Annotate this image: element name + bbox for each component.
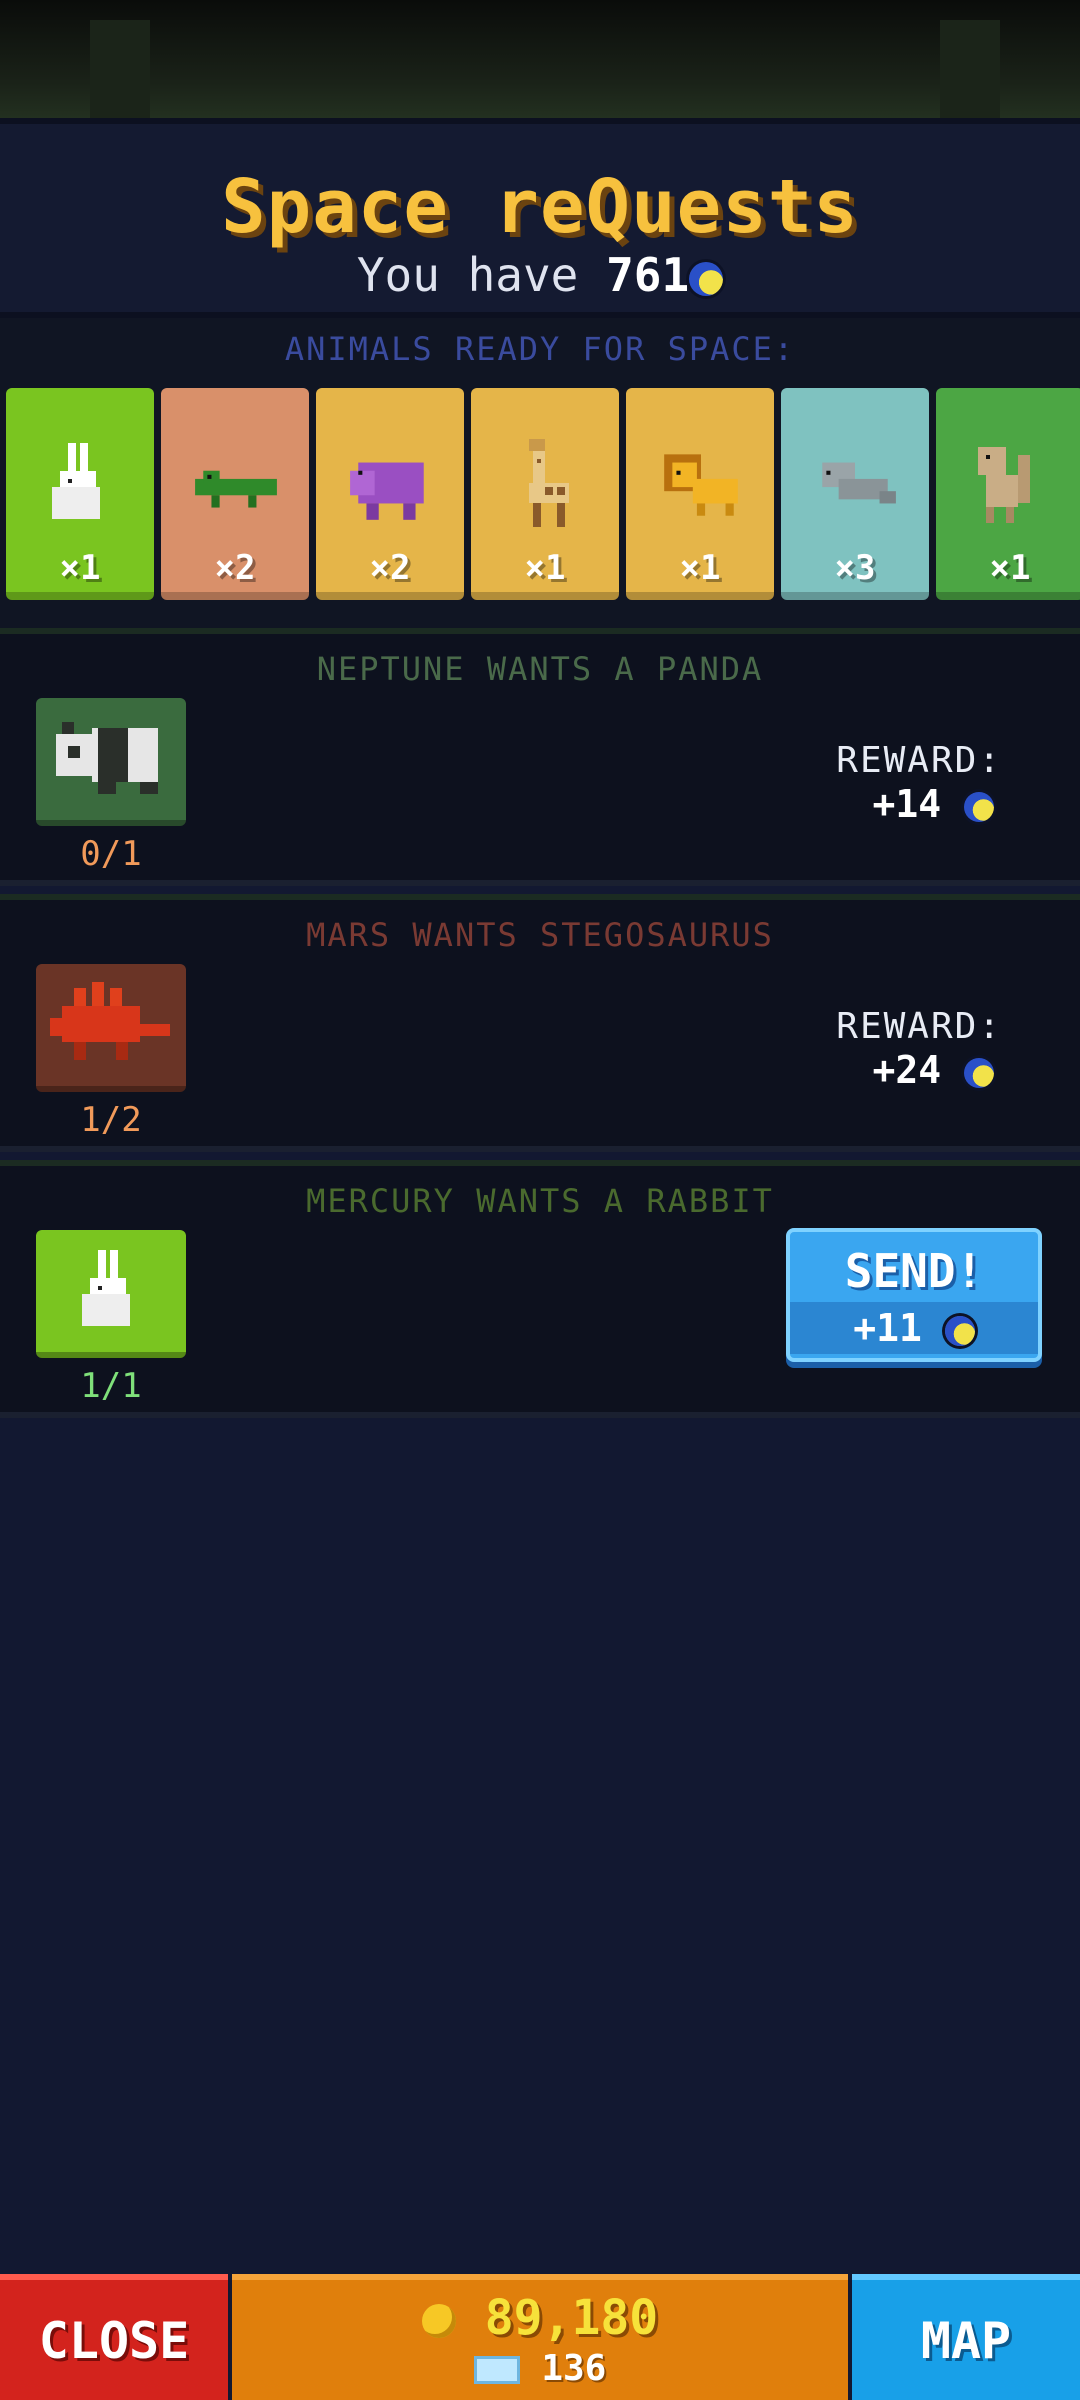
reward-label: REWARD: bbox=[836, 1006, 1002, 1047]
panda-icon bbox=[56, 722, 158, 794]
animal-card[interactable]: ×1 bbox=[6, 388, 154, 600]
animal-card[interactable]: ×1 bbox=[936, 388, 1080, 600]
animal-count: ×2 bbox=[214, 548, 256, 588]
space-coin-icon bbox=[964, 1057, 994, 1088]
animal-card[interactable]: ×1 bbox=[626, 388, 774, 600]
hippo-icon bbox=[350, 462, 424, 520]
quest-row: MARS WANTS STEGOSAURUS 1/2 REWARD: +24 bbox=[0, 894, 1080, 1152]
scene-tree bbox=[90, 20, 150, 118]
crocodile-icon bbox=[195, 470, 277, 508]
wallet-display: 89,180 136 bbox=[232, 2274, 848, 2400]
animal-card[interactable]: ×2 bbox=[316, 388, 464, 600]
rabbit-icon bbox=[82, 1250, 130, 1326]
gem-amount: 136 bbox=[541, 2348, 607, 2389]
send-button[interactable]: SEND! +11 bbox=[786, 1228, 1042, 1362]
animal-count: ×1 bbox=[679, 548, 721, 588]
lion-icon bbox=[664, 454, 738, 516]
gem-balance: 136 bbox=[232, 2348, 848, 2389]
quest-row: NEPTUNE WANTS A PANDA 0/1 REWARD: +14 bbox=[0, 628, 1080, 886]
balance-line: You have 761 bbox=[0, 248, 1080, 302]
page-title: Space reQuests bbox=[221, 164, 859, 250]
quest-title: MARS WANTS STEGOSAURUS bbox=[306, 916, 774, 954]
gold-coin-icon bbox=[421, 2304, 456, 2338]
stegosaurus-icon bbox=[50, 982, 170, 1060]
space-coin-icon bbox=[944, 1315, 975, 1346]
monkey-icon bbox=[978, 447, 1030, 523]
quest-title: MERCURY WANTS A RABBIT bbox=[306, 1182, 774, 1220]
balance-value: 761 bbox=[606, 248, 690, 302]
send-label: SEND! bbox=[844, 1244, 984, 1298]
animal-count: ×3 bbox=[834, 548, 876, 588]
rabbit-icon bbox=[52, 443, 100, 519]
animal-count: ×1 bbox=[59, 548, 101, 588]
gold-amount: 89,180 bbox=[484, 2290, 659, 2346]
quest-progress: 1/2 bbox=[80, 1100, 142, 1140]
animal-card[interactable]: ×3 bbox=[781, 388, 929, 600]
quest-row: MERCURY WANTS A RABBIT 1/1 SEND! +11 bbox=[0, 1160, 1080, 1418]
reward-amount: +24 bbox=[872, 1048, 942, 1092]
reward-value: +24 bbox=[872, 1048, 994, 1092]
close-label: CLOSE bbox=[38, 2312, 190, 2370]
gold-balance: 89,180 bbox=[232, 2290, 848, 2346]
quest-animal-tile bbox=[36, 698, 186, 826]
close-button[interactable]: CLOSE bbox=[0, 2274, 228, 2400]
quest-progress: 1/1 bbox=[80, 1366, 142, 1406]
reward-value: +14 bbox=[872, 782, 994, 826]
send-reward: +11 bbox=[790, 1302, 1038, 1354]
animal-count: ×2 bbox=[369, 548, 411, 588]
space-coin-icon bbox=[689, 261, 724, 296]
background-scene bbox=[0, 0, 1080, 118]
space-coin-icon bbox=[964, 791, 994, 822]
animal-card[interactable]: ×2 bbox=[161, 388, 309, 600]
header-panel: Space reQuests You have 761 bbox=[0, 118, 1080, 318]
bottom-bar: CLOSE 89,180 136 MAP bbox=[0, 2274, 1080, 2400]
animal-count: ×1 bbox=[989, 548, 1031, 588]
animal-card[interactable]: ×1 bbox=[471, 388, 619, 600]
quest-title: NEPTUNE WANTS A PANDA bbox=[316, 650, 764, 688]
reward-amount: +14 bbox=[872, 782, 942, 826]
scene-tree bbox=[940, 20, 1000, 118]
map-label: MAP bbox=[920, 2312, 1012, 2370]
giraffe-icon bbox=[529, 439, 569, 527]
quest-animal-tile bbox=[36, 964, 186, 1092]
map-button[interactable]: MAP bbox=[852, 2274, 1080, 2400]
balance-prefix: You have bbox=[356, 248, 579, 302]
animal-count: ×1 bbox=[524, 548, 566, 588]
quest-animal-tile bbox=[36, 1230, 186, 1358]
gem-icon bbox=[473, 2356, 520, 2384]
quest-progress: 0/1 bbox=[80, 834, 142, 874]
ready-animals-label: ANIMALS READY FOR SPACE: bbox=[284, 330, 796, 368]
seal-icon bbox=[822, 462, 896, 504]
reward-label: REWARD: bbox=[836, 740, 1002, 781]
ready-animals-cards: ×1 ×2 ×2 ×1 ×1 ×3 ×1 bbox=[6, 388, 1080, 602]
send-reward-amount: +11 bbox=[853, 1306, 922, 1350]
